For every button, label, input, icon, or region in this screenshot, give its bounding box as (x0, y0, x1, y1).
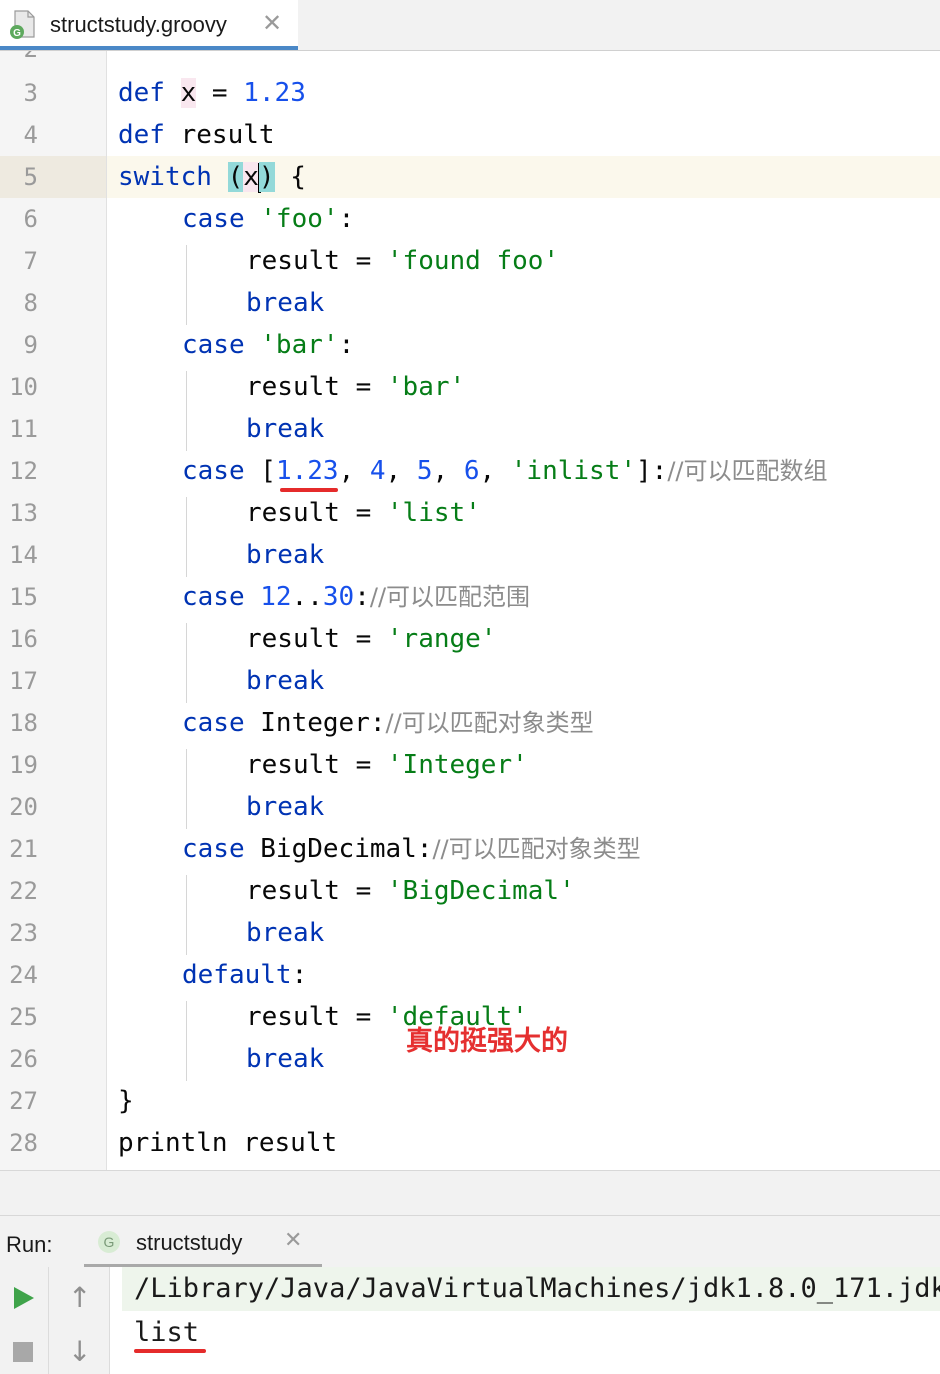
code-line-27: } (118, 1086, 134, 1116)
line-number: 25 (9, 1003, 38, 1031)
close-icon[interactable]: ✕ (284, 1228, 302, 1253)
code-line-8: break (246, 288, 325, 318)
tab-structstudy-groovy[interactable]: G structstudy.groovy ✕ (0, 0, 298, 50)
code-line-16: result = 'range' (246, 624, 497, 654)
run-console[interactable]: ↑ ↓ /Library/Java/JavaVirtualMachines/jd… (0, 1267, 940, 1374)
code-line-20: break (246, 792, 325, 822)
code-line-24: default: (182, 960, 308, 990)
line-number: 17 (9, 667, 38, 695)
code-line-28: println result (118, 1128, 338, 1158)
line-number: 11 (9, 415, 38, 443)
line-number: 12 (9, 457, 38, 485)
code-editor[interactable]: 2 3 4 5 6 7 8 9 10 11 12 13 14 15 16 17 … (0, 51, 940, 1170)
line-number: 4 (23, 121, 38, 149)
console-command-line: /Library/Java/JavaVirtualMachines/jdk1.8… (134, 1273, 940, 1304)
red-underline-markup (134, 1349, 206, 1353)
code-line-11: break (246, 414, 325, 444)
code-line-10: result = 'bar' (246, 372, 466, 402)
line-number: 7 (23, 247, 38, 275)
line-number: 3 (23, 79, 38, 107)
code-line-15: case 12..30://可以匹配范围 (182, 582, 531, 612)
indent-guide (186, 875, 187, 955)
line-number: 21 (9, 835, 38, 863)
code-line-18: case Integer://可以匹配对象类型 (182, 708, 594, 738)
code-line-19: result = 'Integer' (246, 750, 528, 780)
line-number: 20 (9, 793, 38, 821)
code-line-21: case BigDecimal://可以匹配对象类型 (182, 834, 641, 864)
indent-guide (186, 1001, 187, 1081)
groovy-run-icon: G (98, 1231, 120, 1253)
code-line-3: def x = 1.23 (118, 78, 306, 108)
svg-text:G: G (13, 28, 21, 39)
indent-guide (186, 497, 187, 577)
line-number: 23 (9, 919, 38, 947)
code-line-4: def result (118, 120, 275, 150)
line-number: 24 (9, 961, 38, 989)
line-number: 27 (9, 1087, 38, 1115)
close-icon[interactable]: ✕ (262, 9, 282, 37)
code-line-22: result = 'BigDecimal' (246, 876, 575, 906)
run-tab-label: structstudy (136, 1230, 243, 1255)
line-number: 28 (9, 1129, 38, 1157)
line-number: 8 (23, 289, 38, 317)
line-number: 2 (0, 51, 38, 70)
line-number: 22 (9, 877, 38, 905)
line-number: 5 (23, 163, 38, 191)
console-output: list (134, 1317, 200, 1348)
editor-tab-bar: G structstudy.groovy ✕ (0, 0, 940, 51)
code-line-6: case 'foo': (182, 204, 355, 234)
annotation-text: 真的挺强大的 (406, 1026, 568, 1057)
tab-title: structstudy.groovy (50, 12, 227, 37)
line-number: 26 (9, 1045, 38, 1073)
line-number: 18 (9, 709, 38, 737)
play-icon[interactable] (14, 1287, 34, 1309)
line-number: 9 (23, 331, 38, 359)
indent-guide (186, 245, 187, 325)
groovy-file-icon: G (10, 10, 35, 39)
code-line-7: result = 'found foo' (246, 246, 560, 276)
code-line-14: break (246, 540, 325, 570)
run-tab-structstudy[interactable]: G structstudy ✕ (84, 1216, 322, 1268)
code-line-26: break (246, 1044, 325, 1074)
red-underline-markup (280, 488, 338, 492)
run-label: Run: (6, 1232, 53, 1257)
indent-guide (186, 749, 187, 829)
run-toolwindow-header: Run: G structstudy ✕ (0, 1215, 940, 1268)
line-number: 19 (9, 751, 38, 779)
scroll-up-icon[interactable]: ↑ (68, 1281, 91, 1314)
editor-bottom-strip (0, 1170, 940, 1216)
code-line-23: break (246, 918, 325, 948)
line-number: 6 (23, 205, 38, 233)
line-number: 15 (9, 583, 38, 611)
code-line-12: case [1.23, 4, 5, 6, 'inlist']://可以匹配数组 (182, 456, 828, 486)
code-line-17: break (246, 666, 325, 696)
code-line-5: switch (x) { (118, 162, 306, 193)
line-number: 16 (9, 625, 38, 653)
code-line-13: result = 'list' (246, 498, 481, 528)
line-number: 13 (9, 499, 38, 527)
code-line-9: case 'bar': (182, 330, 355, 360)
stop-icon[interactable] (13, 1342, 33, 1362)
indent-guide (186, 623, 187, 703)
line-number: 14 (9, 541, 38, 569)
scroll-down-icon[interactable]: ↓ (68, 1335, 91, 1368)
run-toolbar (0, 1267, 49, 1374)
indent-guide (186, 371, 187, 451)
line-number: 10 (9, 373, 38, 401)
